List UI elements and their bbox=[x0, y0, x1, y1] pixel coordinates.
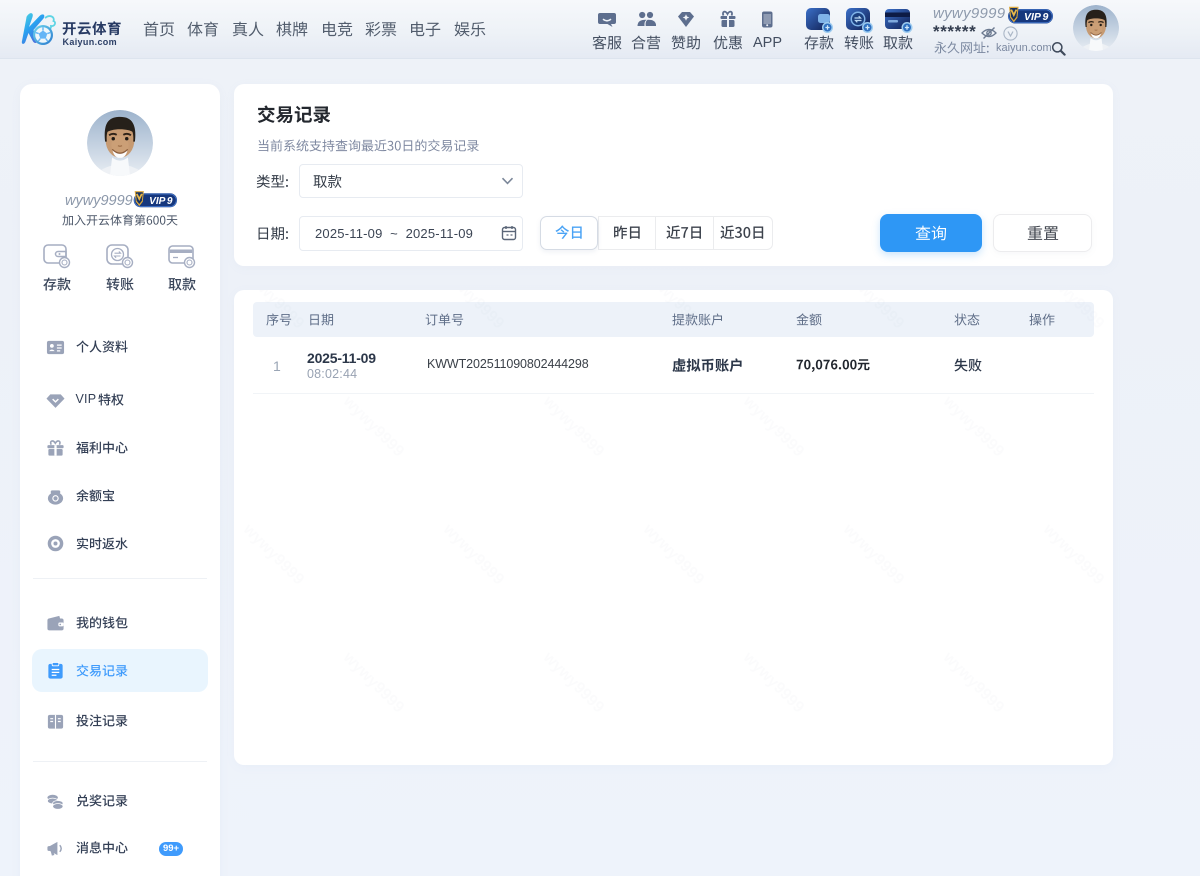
svg-text:9: 9 bbox=[1043, 11, 1049, 23]
svg-text:VIP: VIP bbox=[149, 196, 166, 207]
svg-text:9: 9 bbox=[167, 196, 173, 207]
svg-text:VIP: VIP bbox=[1024, 11, 1042, 23]
